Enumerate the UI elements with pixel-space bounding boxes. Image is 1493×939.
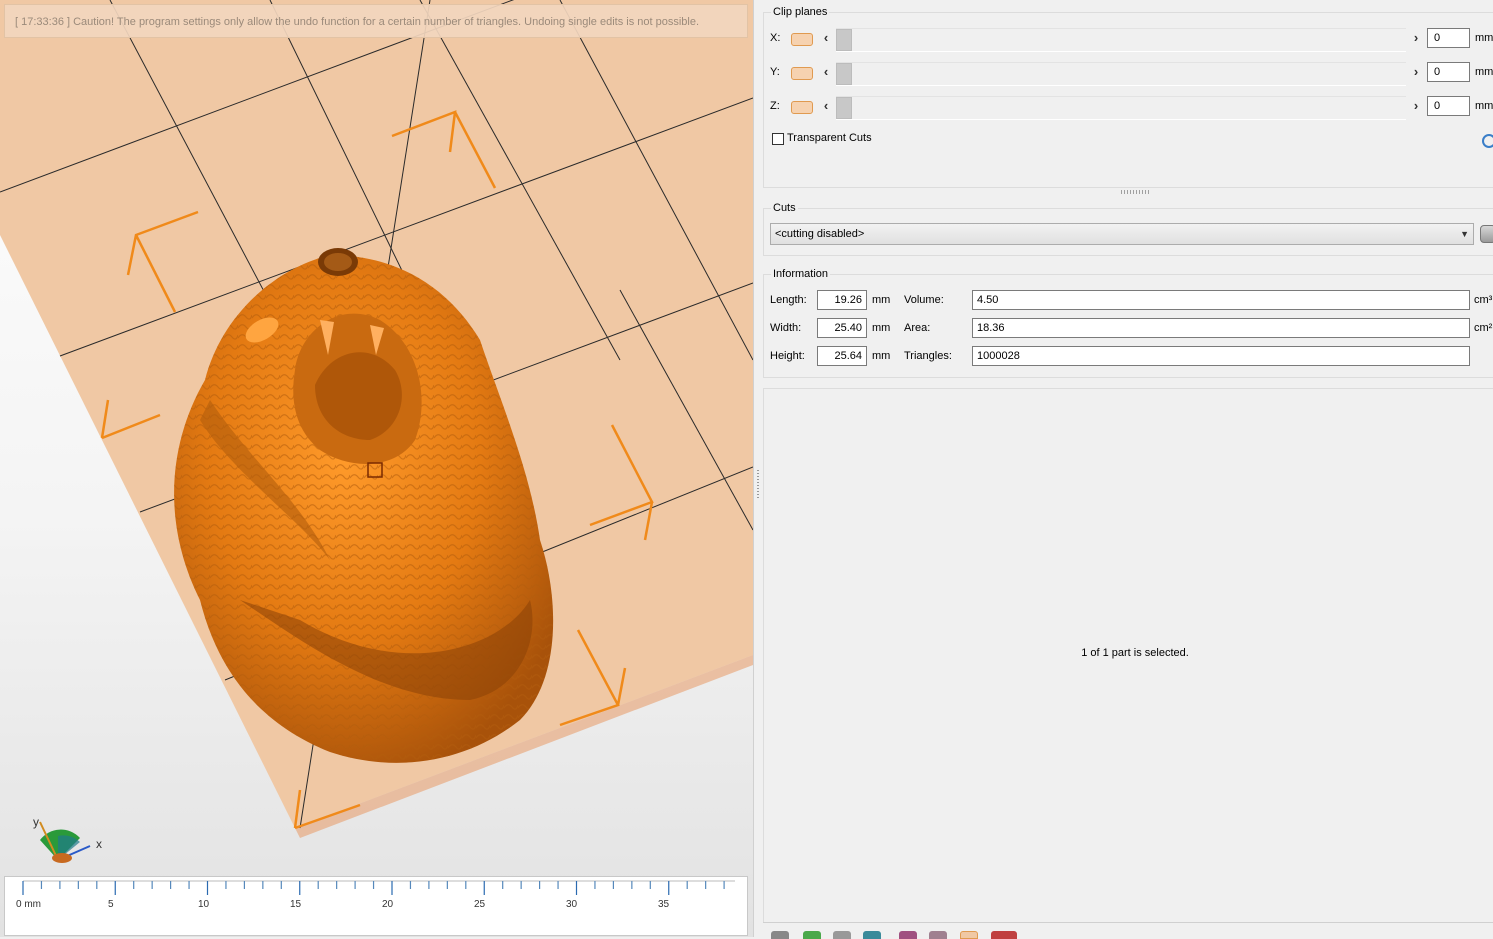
- clip-y-color-swatch[interactable]: [791, 67, 813, 80]
- clip-z-decrement-button[interactable]: ‹: [821, 98, 831, 113]
- clip-x-slider[interactable]: [836, 28, 1406, 52]
- x-axis-label: x: [96, 837, 102, 851]
- clip-y-unit: mm: [1475, 66, 1493, 78]
- width-unit: mm: [872, 322, 891, 334]
- width-label: Width:: [770, 322, 802, 334]
- orange-box-icon[interactable]: [960, 931, 978, 939]
- length-label: Length:: [770, 294, 807, 306]
- area-value: 18.36: [972, 318, 1470, 338]
- cuts-selected-value: <cutting disabled>: [775, 228, 865, 240]
- clip-x-value-input[interactable]: 0: [1427, 28, 1470, 48]
- globe-icon[interactable]: [803, 931, 821, 939]
- gear-icon[interactable]: [771, 931, 789, 939]
- grid-icon[interactable]: [991, 931, 1017, 939]
- volume-value: 4.50: [972, 290, 1470, 310]
- ruler-label-5: 5: [108, 899, 114, 910]
- clip-y-decrement-button[interactable]: ‹: [821, 64, 831, 79]
- cut-tool-icon[interactable]: [1480, 225, 1493, 243]
- clip-z-unit: mm: [1475, 100, 1493, 112]
- transparent-cuts-label[interactable]: Transparent Cuts: [787, 132, 872, 144]
- clip-z-increment-button[interactable]: ›: [1411, 98, 1421, 113]
- ruler-label-20: 20: [382, 899, 394, 910]
- clip-x-label: X:: [770, 32, 781, 44]
- triangles-value: 1000028: [972, 346, 1470, 366]
- clip-x-increment-button[interactable]: ›: [1411, 30, 1421, 45]
- area-unit: cm²: [1474, 322, 1493, 334]
- ruler-label-15: 15: [290, 899, 302, 910]
- length-value: 19.26: [817, 290, 867, 310]
- clip-z-label: Z:: [770, 100, 780, 112]
- refresh-icon[interactable]: [1482, 134, 1493, 148]
- clip-y-label: Y:: [770, 66, 780, 78]
- ruler-label-35: 35: [658, 899, 670, 910]
- clip-y-slider[interactable]: [836, 62, 1406, 86]
- measurement-ruler: 0 mm 5 10 15 20 25 30 35: [4, 876, 748, 936]
- cuts-dropdown[interactable]: <cutting disabled> ▼: [770, 223, 1474, 245]
- 3d-viewport[interactable]: [ 17:33:36 ] Caution! The program settin…: [0, 0, 753, 937]
- ruler-label-0: 0 mm: [16, 899, 41, 910]
- clip-x-unit: mm: [1475, 32, 1493, 44]
- scene-canvas[interactable]: [0, 0, 753, 937]
- clip-y-slider-thumb[interactable]: [836, 63, 852, 85]
- height-label: Height:: [770, 350, 805, 362]
- clip-planes-title: Clip planes: [771, 6, 830, 18]
- box-icon[interactable]: [899, 931, 917, 939]
- ruler-ticks: [22, 880, 735, 895]
- properties-panel: Clip planes X: ‹ › 0 mm Y: ‹ › 0 mm Z: ‹…: [762, 0, 1493, 939]
- cut-icon[interactable]: [929, 931, 947, 939]
- axis-orientation-gizmo[interactable]: y x: [28, 812, 108, 868]
- sphere-icon[interactable]: [863, 931, 881, 939]
- bottom-toolbar: [763, 922, 1493, 939]
- clip-z-value-input[interactable]: 0: [1427, 96, 1470, 116]
- ruler-label-10: 10: [198, 899, 210, 910]
- clip-z-slider[interactable]: [836, 96, 1406, 120]
- area-label: Area:: [904, 322, 931, 334]
- clip-x-decrement-button[interactable]: ‹: [821, 30, 831, 45]
- section-resize-grip[interactable]: [1121, 190, 1149, 194]
- y-axis-label: y: [33, 815, 39, 829]
- splitter-grip[interactable]: [757, 470, 759, 500]
- information-title: Information: [771, 268, 831, 280]
- clip-planes-group: Clip planes X: ‹ › 0 mm Y: ‹ › 0 mm Z: ‹…: [763, 6, 1493, 188]
- transparent-cuts-checkbox[interactable]: [772, 133, 784, 145]
- clip-z-color-swatch[interactable]: [791, 101, 813, 114]
- length-unit: mm: [872, 294, 891, 306]
- chevron-down-icon: ▼: [1460, 229, 1469, 239]
- log-message: [ 17:33:36 ] Caution! The program settin…: [4, 4, 748, 38]
- width-value: 25.40: [817, 318, 867, 338]
- selection-status: 1 of 1 part is selected.: [1081, 647, 1189, 659]
- clip-y-value-input[interactable]: 0: [1427, 62, 1470, 82]
- volume-unit: cm³: [1474, 294, 1493, 306]
- ruler-label-25: 25: [474, 899, 486, 910]
- clip-x-color-swatch[interactable]: [791, 33, 813, 46]
- height-value: 25.64: [817, 346, 867, 366]
- cuts-title: Cuts: [771, 202, 798, 214]
- ruler-label-30: 30: [566, 899, 578, 910]
- triangles-label: Triangles:: [904, 350, 952, 362]
- clip-z-slider-thumb[interactable]: [836, 97, 852, 119]
- clip-x-slider-thumb[interactable]: [836, 29, 852, 51]
- height-unit: mm: [872, 350, 891, 362]
- shape-icon[interactable]: [833, 931, 851, 939]
- volume-label: Volume:: [904, 294, 944, 306]
- clip-y-increment-button[interactable]: ›: [1411, 64, 1421, 79]
